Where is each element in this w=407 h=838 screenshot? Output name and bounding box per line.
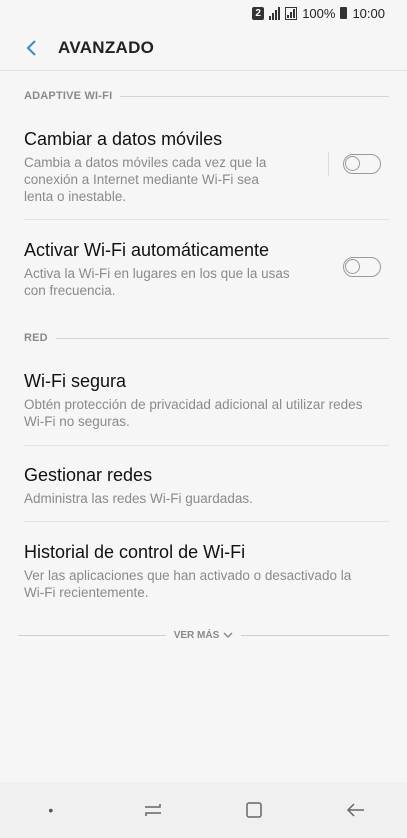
- section-label: ADAPTIVE WI-FI: [24, 90, 113, 102]
- chevron-left-icon[interactable]: [18, 34, 46, 62]
- sim-badge: 2: [252, 6, 265, 20]
- setting-title: Wi-Fi segura: [24, 371, 127, 391]
- setting-title: Historial de control de Wi-Fi: [24, 542, 246, 562]
- navigation-bar: •: [0, 782, 407, 838]
- toggle-auto-wifi[interactable]: [343, 257, 381, 277]
- recent-apps-icon[interactable]: [128, 790, 178, 830]
- battery-percent: 100%: [302, 5, 336, 21]
- setting-manage-networks[interactable]: Gestionar redes Administra las redes Wi-…: [24, 464, 389, 507]
- see-more-button[interactable]: VER MÁS: [166, 630, 242, 641]
- app-header: AVANZADO: [0, 26, 407, 70]
- clock: 10:00: [352, 5, 385, 21]
- header-divider: [0, 70, 407, 71]
- back-arrow-icon[interactable]: [331, 790, 381, 830]
- description-line: Obtén protección de privacidad adicional…: [24, 397, 363, 412]
- divider: [24, 219, 389, 220]
- setting-description: Administra las redes Wi-Fi guardadas.: [24, 490, 389, 507]
- divider-line: [241, 634, 389, 636]
- description-line: Administra las redes Wi-Fi guardadas.: [24, 491, 253, 506]
- description-line: con frecuencia.: [24, 283, 116, 298]
- setting-description: Ver las aplicaciones que han activado o …: [24, 567, 389, 601]
- divider-line: [18, 634, 166, 636]
- see-more-row: VER MÁS: [18, 627, 389, 643]
- setting-title: Cambiar a datos móviles: [24, 129, 223, 149]
- description-line: Wi-Fi recientemente.: [24, 585, 149, 600]
- setting-description: Obtén protección de privacidad adicional…: [24, 396, 389, 430]
- description-line: lenta o inestable.: [24, 189, 127, 204]
- setting-title: Activar Wi-Fi automáticamente: [24, 240, 270, 260]
- section-line: [120, 95, 389, 97]
- vertical-separator: [328, 152, 329, 176]
- section-header-red: RED: [24, 332, 389, 344]
- see-more-label: VER MÁS: [173, 629, 220, 641]
- home-icon[interactable]: [229, 790, 279, 830]
- setting-description: Cambia a datos móviles cada vez que la c…: [24, 154, 317, 205]
- status-bar: 2 100% 10:00: [0, 0, 407, 26]
- setting-wifi-control-history[interactable]: Historial de control de Wi-Fi Ver las ap…: [24, 541, 389, 601]
- divider: [24, 445, 389, 446]
- battery-icon: [340, 7, 348, 19]
- section-label: RED: [24, 332, 48, 344]
- description-line: Activa la Wi-Fi en lugares en los que la…: [24, 266, 290, 281]
- section-header-adaptive-wifi: ADAPTIVE WI-FI: [24, 90, 389, 102]
- divider: [24, 521, 389, 522]
- description-line: Ver las aplicaciones que han activado o …: [24, 568, 352, 583]
- nav-dot-glyph: •: [48, 802, 54, 818]
- toggle-switch-to-mobile-data[interactable]: [343, 154, 381, 174]
- nav-dot: •: [26, 790, 76, 830]
- signal-icon-secondary: [285, 6, 298, 20]
- setting-auto-wifi[interactable]: Activar Wi-Fi automáticamente Activa la …: [24, 239, 317, 299]
- setting-description: Activa la Wi-Fi en lugares en los que la…: [24, 265, 317, 299]
- description-line: conexión a Internet mediante Wi-Fi sea: [24, 172, 259, 187]
- signal-icon: [269, 6, 281, 20]
- setting-switch-to-mobile-data[interactable]: Cambiar a datos móviles Cambia a datos m…: [24, 128, 317, 205]
- page-title: AVANZADO: [58, 38, 155, 57]
- section-line: [55, 337, 389, 339]
- chevron-down-icon: [223, 631, 233, 638]
- description-line: Cambia a datos móviles cada vez que la: [24, 155, 267, 170]
- setting-secure-wifi[interactable]: Wi-Fi segura Obtén protección de privaci…: [24, 370, 389, 430]
- description-line: Wi-Fi no seguras.: [24, 414, 130, 429]
- setting-title: Gestionar redes: [24, 465, 153, 485]
